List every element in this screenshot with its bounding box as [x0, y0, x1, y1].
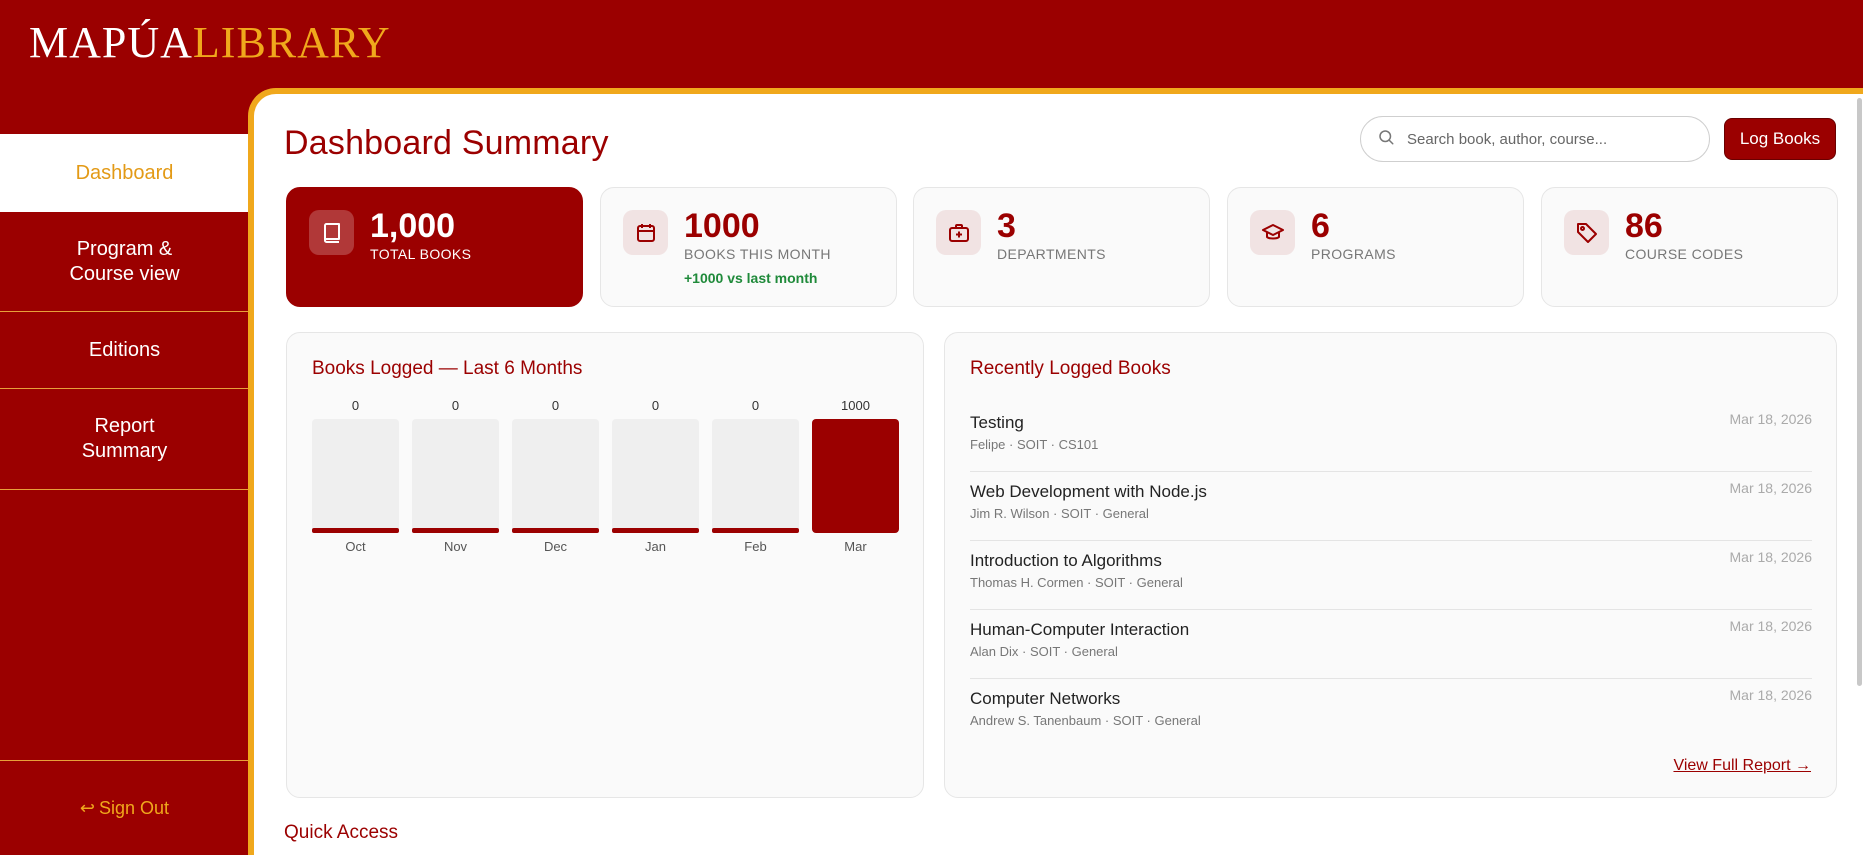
list-item[interactable]: Introduction to Algorithms Thomas H. Cor… [970, 541, 1812, 610]
book-date: Mar 18, 2026 [1729, 480, 1813, 496]
list-item[interactable]: Testing Felipe · SOIT · CS101 Mar 18, 20… [970, 403, 1812, 472]
list-item[interactable]: Computer Networks Andrew S. Tanenbaum · … [970, 679, 1812, 748]
stat-value: 6 [1311, 207, 1330, 245]
stat-card-departments: 3 DEPARTMENTS [913, 187, 1210, 307]
bar-track-nov [412, 419, 499, 533]
recent-books-panel: Recently Logged Books Testing Felipe · S… [944, 332, 1837, 798]
book-meta: Alan Dix · SOIT · General [970, 644, 1118, 659]
briefcase-plus-icon [936, 210, 981, 255]
stat-value: 1000 [684, 207, 760, 245]
sign-out-button[interactable]: ↩ Sign Out [0, 760, 249, 855]
bar-value-label: 1000 [841, 398, 870, 413]
stat-value: 3 [997, 207, 1016, 245]
book-meta: Andrew S. Tanenbaum · SOIT · General [970, 713, 1201, 728]
search-box[interactable] [1360, 116, 1710, 162]
book-date: Mar 18, 2026 [1729, 549, 1813, 565]
book-title: Human-Computer Interaction [970, 620, 1190, 639]
stat-label: DEPARTMENTS [997, 246, 1106, 262]
search-icon [1377, 128, 1395, 151]
list-item[interactable]: Human-Computer Interaction Alan Dix · SO… [970, 610, 1812, 679]
sidebar-item-label: Dashboard [75, 161, 174, 184]
bar-track-dec [512, 419, 599, 533]
stat-label: TOTAL BOOKS [370, 246, 472, 262]
book-date: Mar 18, 2026 [1729, 411, 1813, 427]
stat-card-course-codes: 86 COURSE CODES [1541, 187, 1838, 307]
stat-label: BOOKS THIS MONTH [684, 246, 831, 262]
quick-access-title: Quick Access [284, 822, 399, 843]
book-meta: Jim R. Wilson · SOIT · General [970, 506, 1149, 521]
stat-card-books-this-month: 1000 BOOKS THIS MONTH +1000 vs last mont… [600, 187, 897, 307]
sidebar: Dashboard Program & Course view Editions… [0, 90, 249, 855]
stat-label: PROGRAMS [1311, 246, 1396, 262]
stat-card-programs: 6 PROGRAMS [1227, 187, 1524, 307]
x-tick-label: Jan [645, 539, 666, 554]
x-tick-label: Dec [544, 539, 568, 554]
page-scrollbar[interactable] [1857, 98, 1862, 686]
bar-track-jan [612, 419, 699, 533]
x-tick-label: Feb [744, 539, 766, 554]
sign-out-label: Sign Out [99, 797, 170, 818]
sidebar-item-report-summary[interactable]: Report Summary [0, 389, 249, 490]
sidebar-item-label: Program & Course view [69, 237, 180, 285]
sidebar-item-label: Report Summary [81, 415, 168, 462]
view-full-report-link[interactable]: View Full Report → [1673, 757, 1811, 775]
list-item[interactable]: Web Development with Node.js Jim R. Wils… [970, 472, 1812, 541]
bar-nov[interactable] [412, 528, 499, 533]
book-title: Web Development with Node.js [970, 482, 1207, 501]
sidebar-item-dashboard[interactable]: Dashboard [0, 134, 249, 212]
bar-value-label: 0 [552, 398, 559, 413]
tag-icon [1564, 210, 1609, 255]
bar-track-oct [312, 419, 399, 533]
bar-value-label: 0 [352, 398, 359, 413]
book-icon [309, 210, 354, 255]
main-content: Dashboard Summary Log Books 1,000 TOTAL … [248, 88, 1863, 855]
calendar-icon [623, 210, 668, 255]
bar-dec[interactable] [512, 528, 599, 533]
log-books-button[interactable]: Log Books [1724, 118, 1836, 160]
book-date: Mar 18, 2026 [1729, 687, 1813, 703]
top-header: MAPÚALIBRARY [0, 0, 1863, 90]
stat-card-total-books: 1,000 TOTAL BOOKS [286, 187, 583, 307]
sidebar-item-editions[interactable]: Editions [0, 312, 249, 389]
logo-brand: MAPÚA [29, 18, 193, 67]
sidebar-item-program-course-view[interactable]: Program & Course view [0, 212, 249, 312]
bar-value-label: 0 [452, 398, 459, 413]
book-meta: Thomas H. Cormen · SOIT · General [970, 575, 1183, 590]
bar-value-label: 0 [652, 398, 659, 413]
recent-title: Recently Logged Books [970, 358, 1171, 379]
x-tick-label: Nov [444, 539, 468, 554]
x-tick-label: Mar [844, 539, 867, 554]
bar-feb[interactable] [712, 528, 799, 533]
book-meta: Felipe · SOIT · CS101 [970, 437, 1099, 452]
logo-library: LIBRARY [192, 18, 391, 67]
books-logged-chart-panel: Books Logged — Last 6 Months 0 Oct 0 Nov 0 De… [286, 332, 924, 798]
page-title: Dashboard Summary [284, 124, 609, 162]
book-title: Introduction to Algorithms [970, 551, 1162, 570]
book-date: Mar 18, 2026 [1729, 618, 1813, 634]
stat-delta: +1000 vs last month [684, 270, 818, 286]
books-logged-bar-chart: 0 Oct 0 Nov 0 Dec 0 Jan 0 Feb 1000 Mar [312, 398, 899, 554]
mapua-library-logo[interactable]: MAPÚALIBRARY [29, 18, 391, 68]
bar-track-feb [712, 419, 799, 533]
book-title: Computer Networks [970, 689, 1121, 708]
bar-jan[interactable] [612, 528, 699, 533]
sidebar-item-label: Editions [88, 338, 161, 361]
search-input[interactable] [1407, 130, 1687, 148]
bar-oct[interactable] [312, 528, 399, 533]
book-title: Testing [970, 413, 1024, 432]
return-arrow-icon: ↩ [79, 797, 96, 818]
graduation-cap-icon [1250, 210, 1295, 255]
bar-value-label: 0 [752, 398, 759, 413]
x-tick-label: Oct [345, 539, 366, 554]
stat-label: COURSE CODES [1625, 246, 1744, 262]
stat-value: 86 [1625, 207, 1663, 245]
bar-mar[interactable] [812, 419, 899, 533]
stat-value: 1,000 [370, 207, 456, 245]
